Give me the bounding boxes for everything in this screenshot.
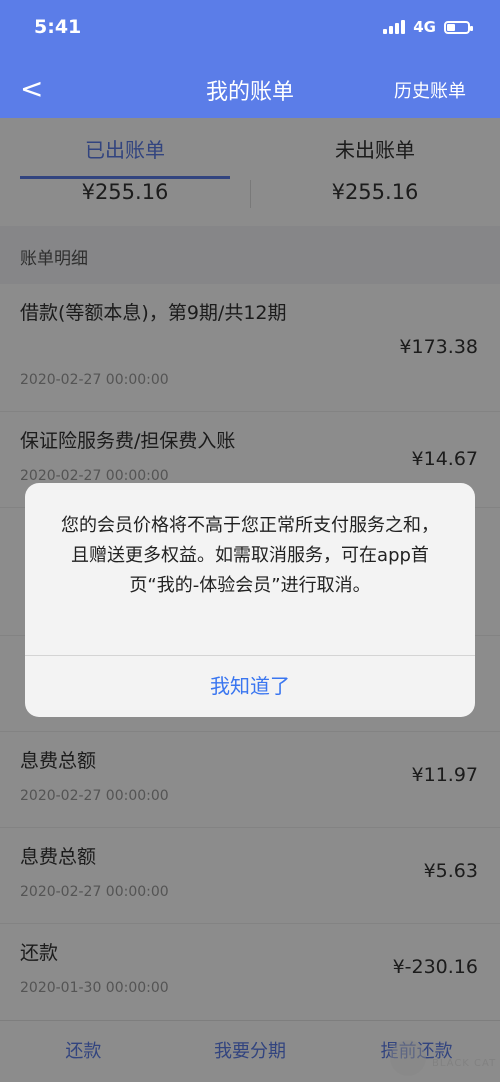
status-time: 5:41 <box>34 16 82 38</box>
status-indicators: 4G <box>383 18 473 36</box>
signal-icon <box>383 20 406 34</box>
watermark: BLACK CAT <box>390 1036 500 1082</box>
top-bar: 5:41 4G < 我的账单 历史账单 <box>0 0 500 118</box>
battery-icon <box>444 20 473 34</box>
status-bar: 5:41 4G <box>0 16 500 46</box>
history-bill-link[interactable]: 历史账单 <box>394 77 466 103</box>
cat-logo-icon <box>390 1040 426 1076</box>
alert-dialog: 您的会员价格将不高于您正常所支付服务之和，且赠送更多权益。如需取消服务，可在ap… <box>25 483 475 717</box>
watermark-text: BLACK CAT <box>432 1058 497 1069</box>
dialog-message: 您的会员价格将不高于您正常所支付服务之和，且赠送更多权益。如需取消服务，可在ap… <box>61 515 439 596</box>
nav-bar: < 我的账单 历史账单 <box>0 62 500 112</box>
dialog-ok-button[interactable]: 我知道了 <box>25 655 475 717</box>
network-label: 4G <box>413 18 436 36</box>
